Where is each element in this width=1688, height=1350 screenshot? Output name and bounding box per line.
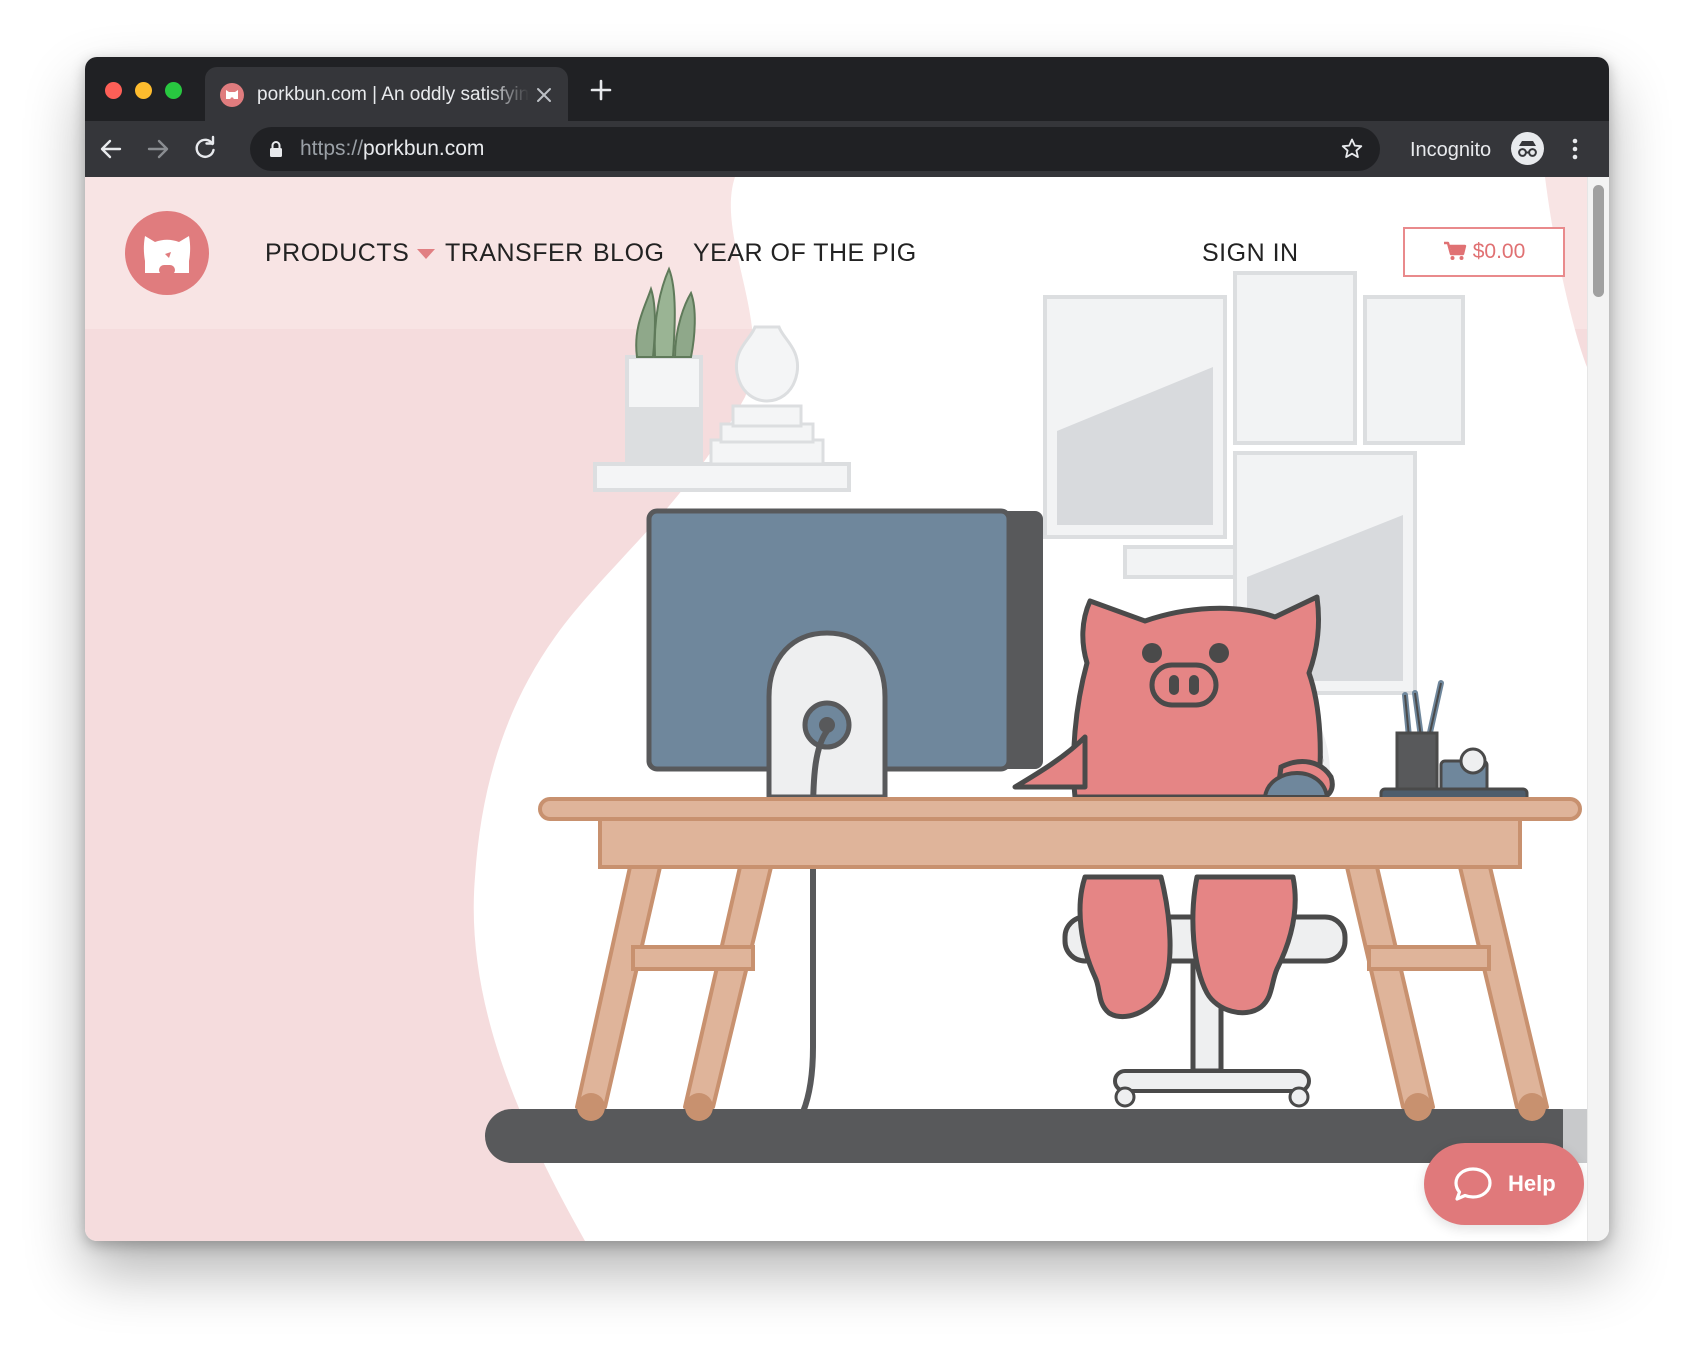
incognito-label: Incognito <box>1410 139 1492 161</box>
arrow-right-icon[interactable] <box>144 135 172 163</box>
star-icon[interactable] <box>1340 137 1364 161</box>
address-bar[interactable]: https://porkbun.com <box>250 127 1380 171</box>
browser-toolbar: https://porkbun.com Incognito <box>85 121 1609 177</box>
nav-year-of-the-pig[interactable]: YEAR OF THE PIG <box>693 237 917 269</box>
site-navbar: PRODUCTS TRANSFER BLOG YEAR OF THE PIG S… <box>85 177 1587 329</box>
close-icon[interactable] <box>534 85 554 105</box>
nav-products[interactable]: PRODUCTS <box>265 237 436 269</box>
lock-icon[interactable] <box>268 140 284 158</box>
minimize-window-button[interactable] <box>135 82 152 99</box>
scrollbar-thumb[interactable] <box>1593 185 1604 297</box>
close-window-button[interactable] <box>105 82 122 99</box>
incognito-icon[interactable] <box>1511 132 1544 165</box>
pig-favicon-icon <box>220 83 244 107</box>
kebab-menu-icon[interactable] <box>1561 135 1589 163</box>
chevron-down-icon <box>417 249 436 260</box>
cart-icon <box>1443 241 1466 260</box>
plus-icon[interactable] <box>588 77 614 103</box>
browser-tab[interactable]: porkbun.com | An oddly satisfying experi… <box>205 67 568 121</box>
sign-in-link[interactable]: SIGN IN <box>1202 237 1299 269</box>
cart-button[interactable]: $0.00 <box>1403 227 1565 277</box>
nav-transfer[interactable]: TRANSFER <box>445 237 584 269</box>
maximize-window-button[interactable] <box>165 82 182 99</box>
hero-illustration <box>85 177 1587 1241</box>
page-scrollbar[interactable] <box>1587 177 1609 1241</box>
tab-title: porkbun.com | An oddly satisfying experi… <box>257 84 529 105</box>
cart-total: $0.00 <box>1472 240 1526 263</box>
nav-blog[interactable]: BLOG <box>593 237 664 269</box>
help-button[interactable]: Help <box>1424 1143 1584 1225</box>
arrow-left-icon[interactable] <box>97 135 125 163</box>
chat-bubble-icon <box>1454 1167 1492 1201</box>
browser-window: porkbun.com | An oddly satisfying experi… <box>85 57 1609 1241</box>
porkbun-logo[interactable] <box>125 211 209 295</box>
page-content: PRODUCTS TRANSFER BLOG YEAR OF THE PIG S… <box>85 177 1587 1241</box>
reload-icon[interactable] <box>191 135 219 163</box>
tab-strip: porkbun.com | An oddly satisfying experi… <box>85 57 1609 121</box>
help-label: Help <box>1508 1171 1556 1196</box>
url-text: https://porkbun.com <box>300 137 485 160</box>
